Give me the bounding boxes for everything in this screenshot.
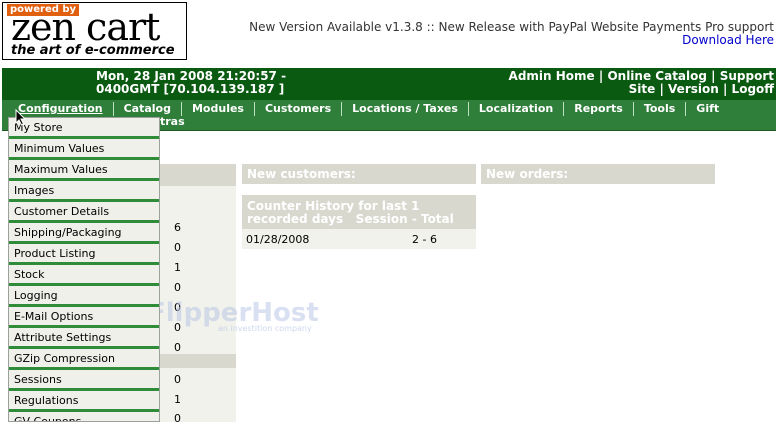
main-nav: Configuration Catalog Modules Customers … bbox=[18, 102, 729, 116]
nav-extras-partial[interactable]: tras bbox=[160, 115, 185, 128]
new-customers-header: New customers: bbox=[242, 164, 476, 184]
counter-column-header: Session - Total bbox=[355, 212, 454, 226]
stat-value: 1 bbox=[174, 393, 181, 406]
server-datetime: Mon, 28 Jan 2008 21:20:57 - 0400GMT [70.… bbox=[96, 70, 286, 96]
menu-item-gzip-compression[interactable]: GZip Compression bbox=[9, 349, 159, 370]
datetime-line-2: 0400GMT [70.104.139.187 ] bbox=[96, 82, 285, 96]
menu-item-minimum-values[interactable]: Minimum Values bbox=[9, 139, 159, 160]
mouse-cursor-icon bbox=[15, 109, 27, 126]
menu-item-regulations[interactable]: Regulations bbox=[9, 391, 159, 412]
stat-value: 0 bbox=[174, 241, 181, 254]
menu-item-customer-details[interactable]: Customer Details bbox=[9, 202, 159, 223]
nav-locations-taxes[interactable]: Locations / Taxes bbox=[352, 102, 469, 116]
nav-customers[interactable]: Customers bbox=[265, 102, 343, 116]
menu-item-sessions[interactable]: Sessions bbox=[9, 370, 159, 391]
stat-value: 0 bbox=[174, 373, 181, 386]
logo-brand: zen cart bbox=[11, 5, 160, 49]
nav-tools[interactable]: Tools bbox=[644, 102, 687, 116]
menu-item-email-options[interactable]: E-Mail Options bbox=[9, 307, 159, 328]
nav-localization[interactable]: Localization bbox=[479, 102, 565, 116]
stat-value: 0 bbox=[174, 281, 181, 294]
menu-item-images[interactable]: Images bbox=[9, 181, 159, 202]
nav-gift[interactable]: Gift bbox=[696, 102, 729, 116]
menu-item-attribute-settings[interactable]: Attribute Settings bbox=[9, 328, 159, 349]
menu-item-maximum-values[interactable]: Maximum Values bbox=[9, 160, 159, 181]
counter-title-line-2: recorded days bbox=[247, 212, 344, 226]
nav-catalog[interactable]: Catalog bbox=[124, 102, 182, 116]
counter-date: 01/28/2008 bbox=[246, 233, 310, 246]
watermark-subtitle: an investition company bbox=[218, 324, 312, 333]
nav-configuration[interactable]: Configuration bbox=[18, 102, 114, 116]
online-catalog-link[interactable]: Online Catalog bbox=[607, 69, 707, 83]
menu-item-shipping-packaging[interactable]: Shipping/Packaging bbox=[9, 223, 159, 244]
logo-tagline: the art of e-commerce bbox=[11, 43, 175, 58]
menu-item-logging[interactable]: Logging bbox=[9, 286, 159, 307]
stat-value: 1 bbox=[174, 261, 181, 274]
top-links: Admin Home | Online Catalog | Support Si… bbox=[509, 70, 774, 96]
menu-item-gv-coupons[interactable]: GV Coupons bbox=[9, 412, 159, 421]
new-orders-header: New orders: bbox=[481, 164, 715, 184]
counter-history-header: Counter History for last 1 recorded days… bbox=[242, 195, 476, 229]
link-separator: | bbox=[659, 82, 664, 96]
stat-value: 6 bbox=[174, 221, 181, 234]
zencart-logo[interactable]: powered by zen cart the art of e-commerc… bbox=[2, 2, 187, 60]
nav-modules[interactable]: Modules bbox=[192, 102, 255, 116]
menu-item-stock[interactable]: Stock bbox=[9, 265, 159, 286]
download-link[interactable]: Download Here bbox=[682, 33, 774, 47]
stat-value: 0 bbox=[174, 341, 181, 354]
support-site-link-part2[interactable]: Site bbox=[629, 82, 656, 96]
link-separator: | bbox=[598, 69, 604, 83]
menu-item-my-store[interactable]: My Store bbox=[9, 118, 159, 139]
link-separator: | bbox=[722, 82, 728, 96]
nav-reports[interactable]: Reports bbox=[574, 102, 634, 116]
counter-session-total: 2 - 6 bbox=[412, 233, 437, 246]
admin-home-link[interactable]: Admin Home bbox=[509, 69, 595, 83]
support-site-link-part1[interactable]: Support bbox=[720, 69, 774, 83]
menu-item-product-listing[interactable]: Product Listing bbox=[9, 244, 159, 265]
version-link[interactable]: Version bbox=[668, 82, 719, 96]
stat-value: 0 bbox=[174, 412, 181, 425]
logoff-link[interactable]: Logoff bbox=[732, 82, 774, 96]
new-version-notice: New Version Available v1.3.8 :: New Rele… bbox=[249, 20, 774, 34]
configuration-dropdown: My Store Minimum Values Maximum Values I… bbox=[8, 117, 160, 422]
link-separator: | bbox=[711, 69, 716, 83]
